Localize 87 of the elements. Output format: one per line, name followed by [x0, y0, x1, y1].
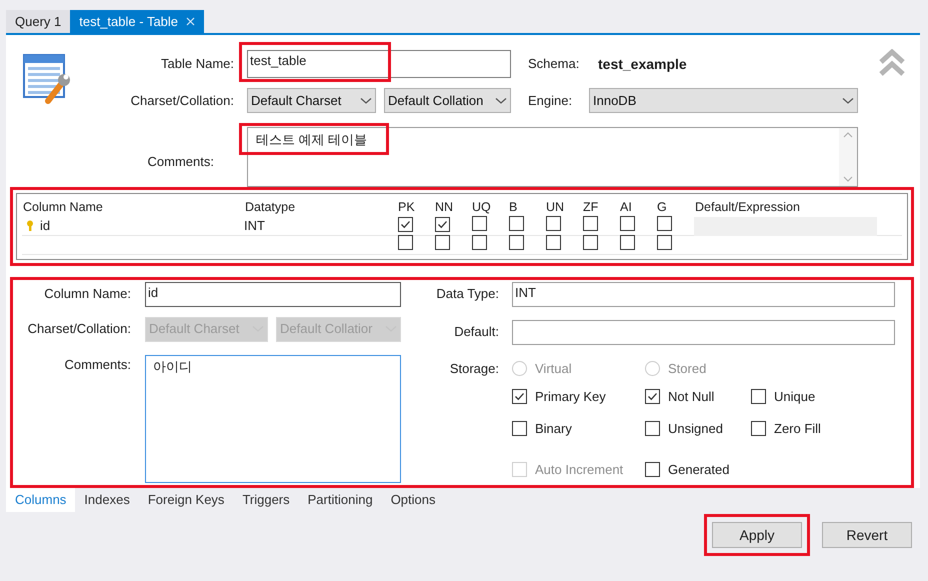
- check-icon: [400, 219, 411, 230]
- checkbox-label: Not Null: [668, 388, 714, 406]
- table-cell[interactable]: id: [40, 216, 50, 236]
- column-header[interactable]: UQ: [471, 198, 508, 216]
- close-icon[interactable]: [186, 17, 196, 26]
- column-header[interactable]: NN: [434, 198, 471, 216]
- checkbox[interactable]: [657, 234, 672, 250]
- checkbox[interactable]: [645, 420, 660, 436]
- checkbox-label: Primary Key: [535, 388, 606, 406]
- collation-dropdown[interactable]: Default Collation: [384, 88, 511, 113]
- checkbox[interactable]: [435, 217, 450, 232]
- checkbox-label: Unique: [774, 388, 816, 406]
- comments-field[interactable]: 테스트 예제 테이블: [247, 127, 858, 187]
- radio-label: Stored: [668, 360, 706, 378]
- table-cell[interactable]: INT: [244, 218, 265, 234]
- editor-tab[interactable]: Foreign Keys: [138, 488, 234, 512]
- column-header[interactable]: Default/Expression: [694, 198, 877, 216]
- field-label: Comments:: [146, 153, 214, 171]
- editor-tab[interactable]: Columns: [6, 488, 76, 512]
- field-label: Comments:: [64, 356, 131, 374]
- checkbox[interactable]: [657, 216, 672, 231]
- field-label: Storage:: [448, 360, 499, 378]
- checkbox[interactable]: [645, 389, 660, 404]
- column-header[interactable]: B: [508, 198, 545, 216]
- editor-tab[interactable]: Options: [382, 488, 444, 512]
- checkbox-label: Zero Fill: [774, 420, 821, 438]
- checkbox[interactable]: [435, 234, 450, 250]
- column-comments-field[interactable]: 아이디: [145, 354, 401, 483]
- checkbox[interactable]: [472, 234, 487, 250]
- checkbox[interactable]: [398, 234, 413, 250]
- column-header[interactable]: Column Name: [22, 198, 244, 216]
- checkbox[interactable]: [645, 462, 660, 478]
- data-type-field[interactable]: INT: [512, 282, 895, 307]
- checkbox[interactable]: [472, 216, 487, 231]
- caret-icon: [495, 96, 507, 104]
- checkbox-label: Unsigned: [668, 420, 723, 438]
- default-field[interactable]: [512, 320, 895, 345]
- checkbox-label: Generated: [668, 461, 730, 480]
- checkbox[interactable]: [398, 217, 413, 232]
- check-icon: [514, 391, 525, 402]
- field-label: Schema:: [528, 55, 580, 74]
- caret-icon: [360, 96, 372, 104]
- table-settings-icon: [22, 53, 72, 105]
- checkbox[interactable]: [620, 234, 635, 250]
- column-header[interactable]: G: [656, 198, 694, 216]
- field-label: Charset/Collation:: [26, 320, 131, 338]
- checkbox[interactable]: [583, 216, 598, 231]
- document-tab[interactable]: test_table - Table: [70, 10, 204, 33]
- column-header[interactable]: ZF: [582, 198, 619, 216]
- editor-tab[interactable]: Indexes: [75, 488, 139, 512]
- editor-tab[interactable]: Triggers: [233, 488, 299, 512]
- column-name-field[interactable]: id: [145, 282, 401, 307]
- radio-label: Virtual: [535, 360, 572, 378]
- checkbox-label: Auto Increment: [535, 461, 624, 480]
- check-icon: [437, 219, 448, 230]
- field-label: Column Name:: [43, 285, 131, 304]
- checkbox[interactable]: [546, 234, 561, 250]
- check-icon: [647, 391, 658, 402]
- checkbox[interactable]: [546, 216, 561, 231]
- field-label: Table Name:: [160, 55, 234, 74]
- checkbox[interactable]: [751, 389, 766, 404]
- checkbox[interactable]: [583, 234, 598, 250]
- schema-name: test_example: [598, 54, 687, 74]
- column-header[interactable]: UN: [545, 198, 582, 216]
- editor-tab[interactable]: Partitioning: [298, 488, 382, 512]
- checkbox-label: Binary: [535, 420, 572, 438]
- checkbox[interactable]: [509, 234, 524, 250]
- checkbox[interactable]: [512, 389, 527, 404]
- checkbox[interactable]: [512, 420, 527, 436]
- caret-icon: [842, 96, 854, 104]
- column-header[interactable]: AI: [619, 198, 656, 216]
- charset-dropdown[interactable]: Default Charset: [247, 88, 376, 113]
- table-cell[interactable]: [694, 216, 877, 236]
- checkbox[interactable]: [751, 420, 766, 436]
- document-tab[interactable]: Query 1: [6, 10, 70, 33]
- field-label: Default:: [453, 323, 499, 342]
- engine-dropdown[interactable]: InnoDB: [589, 88, 858, 113]
- field-label: Data Type:: [435, 285, 499, 304]
- action-button[interactable]: Apply: [712, 522, 802, 548]
- field-label: Charset/Collation:: [130, 92, 234, 110]
- field-label: Engine:: [528, 92, 574, 110]
- column-header[interactable]: PK: [397, 198, 434, 216]
- checkbox[interactable]: [620, 216, 635, 231]
- table-name-field[interactable]: test_table: [247, 50, 511, 78]
- action-button[interactable]: Revert: [822, 522, 912, 548]
- checkbox[interactable]: [509, 216, 524, 231]
- column-header[interactable]: Datatype: [244, 198, 397, 216]
